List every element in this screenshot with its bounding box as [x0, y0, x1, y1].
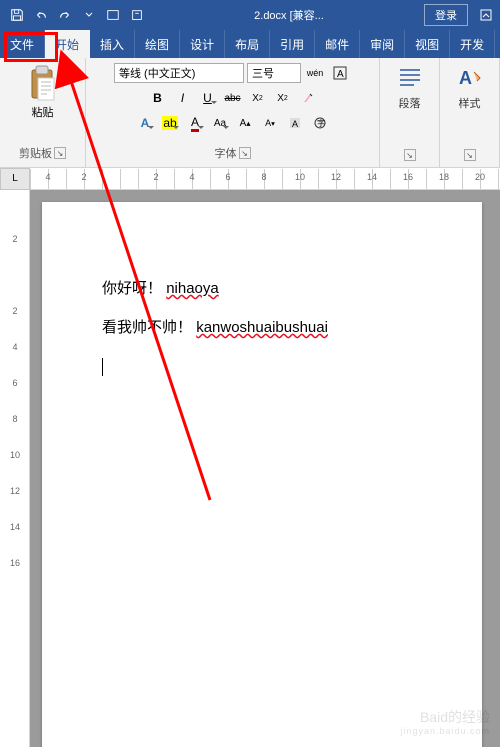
phonetic-guide-button[interactable]: wén [304, 62, 326, 84]
ribbon-display-options[interactable] [472, 1, 500, 29]
document-line-2[interactable]: 看我帅不帅！ kanwoshuaibushuai [102, 311, 422, 344]
document-title: 2.docx [兼容... [154, 7, 424, 23]
paste-label: 粘贴 [32, 104, 54, 120]
shrink-font-button[interactable]: A▾ [259, 112, 281, 134]
styles-icon: A [456, 64, 484, 92]
svg-text:A: A [337, 69, 344, 80]
character-border-button[interactable]: A [329, 62, 351, 84]
tab-design[interactable]: 设计 [180, 30, 225, 58]
group-label-styles: ↘ [464, 147, 476, 163]
italic-button[interactable]: I [172, 87, 194, 109]
svg-text:A: A [459, 68, 472, 88]
tab-view[interactable]: 视图 [405, 30, 450, 58]
change-case-button[interactable]: Aa [209, 112, 231, 134]
hruler-numbers: 4224681012141618202224262 [30, 172, 500, 182]
subscript-button[interactable]: X2 [247, 87, 269, 109]
document-area: 2 2 4 6 8 10 12 14 16 你好呀！ nihaoya 看我帅不帅… [0, 190, 500, 747]
tab-review[interactable]: 审阅 [360, 30, 405, 58]
styles-launcher[interactable]: ↘ [464, 149, 476, 161]
font-color-button[interactable]: A [184, 112, 206, 134]
superscript-button[interactable]: X2 [272, 87, 294, 109]
document-line-1[interactable]: 你好呀！ nihaoya [102, 272, 422, 305]
title-bar: 2.docx [兼容... 登录 [0, 0, 500, 30]
ribbon-tabs: 文件 开始 插入 绘图 设计 布局 引用 邮件 审阅 视图 开发 帮助 [0, 30, 500, 58]
tab-help[interactable]: 帮助 [495, 30, 500, 58]
font-name-select[interactable]: 等线 (中文正文) [114, 63, 244, 83]
group-font: 等线 (中文正文) 三号 wén A B I U abc X2 X2 A ab … [86, 58, 380, 167]
vertical-ruler[interactable]: 2 2 4 6 8 10 12 14 16 [0, 190, 30, 747]
tab-mail[interactable]: 邮件 [315, 30, 360, 58]
paste-button[interactable]: 粘贴 [24, 62, 62, 122]
strikethrough-button[interactable]: abc [222, 87, 244, 109]
spell-error: nihaoya [166, 280, 219, 297]
spell-error: kanwoshuaibushuai [196, 319, 328, 336]
paragraph-button[interactable]: 段落 [394, 62, 426, 113]
highlight-button[interactable]: ab [159, 112, 181, 134]
clipboard-icon [26, 64, 60, 104]
tab-references[interactable]: 引用 [270, 30, 315, 58]
undo-button[interactable] [30, 4, 52, 26]
login-button[interactable]: 登录 [424, 4, 468, 26]
font-size-select[interactable]: 三号 [247, 63, 301, 83]
svg-text:字: 字 [317, 118, 325, 128]
document-scroll[interactable]: 你好呀！ nihaoya 看我帅不帅！ kanwoshuaibushuai [30, 190, 500, 747]
tab-selector[interactable]: L [0, 168, 30, 190]
character-shading-button[interactable]: A [284, 112, 306, 134]
page[interactable]: 你好呀！ nihaoya 看我帅不帅！ kanwoshuaibushuai [42, 202, 482, 747]
font-launcher[interactable]: ↘ [239, 147, 251, 159]
tab-layout[interactable]: 布局 [225, 30, 270, 58]
cut-button[interactable] [61, 64, 81, 84]
group-label-font: 字体↘ [215, 143, 251, 163]
clipboard-launcher[interactable]: ↘ [54, 147, 66, 159]
horizontal-ruler[interactable]: L 4224681012141618202224262 [0, 168, 500, 190]
tab-draw[interactable]: 绘图 [135, 30, 180, 58]
text-effects-button[interactable]: A [134, 112, 156, 134]
enclose-characters-button[interactable]: 字 [309, 112, 331, 134]
tab-home[interactable]: 开始 [45, 30, 90, 58]
group-label-paragraph: ↘ [404, 147, 416, 163]
redo-button[interactable] [54, 4, 76, 26]
svg-text:A: A [292, 119, 298, 129]
underline-button[interactable]: U [197, 87, 219, 109]
clear-formatting-button[interactable] [297, 87, 319, 109]
grow-font-button[interactable]: A▴ [234, 112, 256, 134]
group-styles: A 样式 ↘ [440, 58, 500, 167]
tab-file[interactable]: 文件 [0, 30, 45, 58]
bold-button[interactable]: B [147, 87, 169, 109]
tab-insert[interactable]: 插入 [90, 30, 135, 58]
document-cursor-line[interactable] [102, 350, 422, 383]
qat-dropdown[interactable] [78, 4, 100, 26]
styles-button[interactable]: A 样式 [454, 62, 486, 113]
qat-button-2[interactable] [126, 4, 148, 26]
ribbon: 粘贴 剪贴板↘ 等线 (中文正文) 三号 wén A B I U abc X2 … [0, 58, 500, 168]
quick-access-toolbar [0, 4, 154, 26]
group-paragraph: 段落 ↘ [380, 58, 440, 167]
tab-developer[interactable]: 开发 [450, 30, 495, 58]
paragraph-icon [396, 64, 424, 92]
group-label-clipboard: 剪贴板↘ [19, 143, 66, 163]
save-button[interactable] [6, 4, 28, 26]
qat-button-1[interactable] [102, 4, 124, 26]
group-clipboard: 粘贴 剪贴板↘ [0, 58, 86, 167]
paragraph-launcher[interactable]: ↘ [404, 149, 416, 161]
text-cursor [102, 358, 103, 376]
